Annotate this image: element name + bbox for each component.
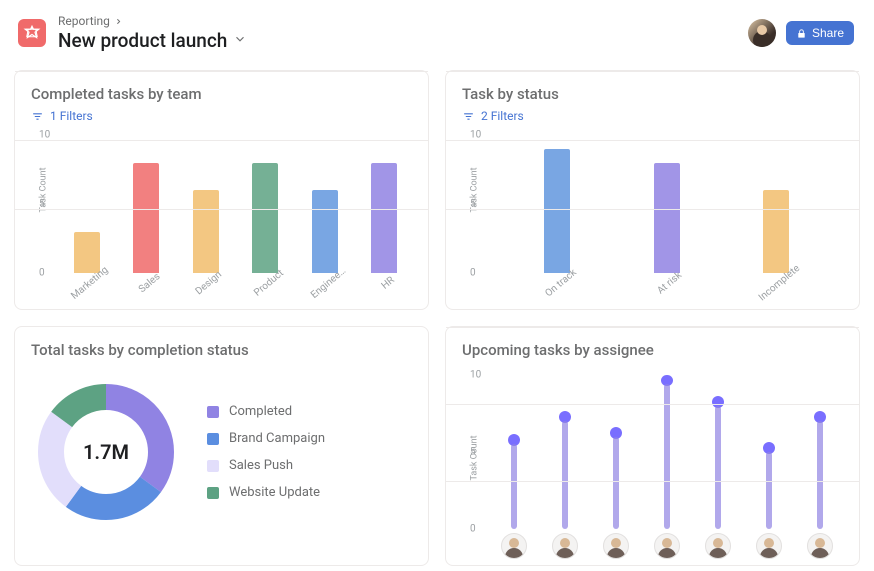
assignee-avatar[interactable] xyxy=(807,533,833,559)
share-button[interactable]: Share xyxy=(786,21,854,45)
card-task-by-status: Task by status 2 Filters Task Count On t… xyxy=(445,70,860,310)
filters-button[interactable]: 2 Filters xyxy=(462,109,843,123)
filter-icon xyxy=(462,110,475,123)
card-completed-by-team: Completed tasks by team 1 Filters Task C… xyxy=(14,70,429,310)
y-tick: 10 xyxy=(470,370,481,381)
y-tick: 5 xyxy=(470,447,476,458)
bar[interactable] xyxy=(654,163,680,273)
card-title: Total tasks by completion status xyxy=(31,341,412,359)
bar[interactable] xyxy=(133,163,159,273)
legend-item[interactable]: Brand Campaign xyxy=(207,431,325,446)
lollipop-stick xyxy=(664,384,670,529)
legend-item[interactable]: Website Update xyxy=(207,485,325,500)
breadcrumb-label: Reporting xyxy=(58,14,110,28)
breadcrumb[interactable]: Reporting xyxy=(58,14,748,28)
bar[interactable] xyxy=(193,190,219,273)
y-tick: 5 xyxy=(470,199,476,210)
legend-item[interactable]: Completed xyxy=(207,404,325,419)
bar-chart: On trackAt riskIncomplete xyxy=(488,135,845,273)
card-title: Completed tasks by team xyxy=(31,85,412,103)
lollipop-chart xyxy=(488,375,845,529)
assignee-avatar[interactable] xyxy=(756,533,782,559)
donut-center-value: 1.7M xyxy=(31,377,181,527)
y-axis-label: Task Count xyxy=(470,435,480,480)
filter-icon xyxy=(31,110,44,123)
donut-legend: Completed Brand Campaign Sales Push Website… xyxy=(207,404,325,500)
bar[interactable] xyxy=(763,190,789,273)
legend-swatch xyxy=(207,487,219,499)
card-title: Task by status xyxy=(462,85,843,103)
legend-label: Brand Campaign xyxy=(229,431,325,446)
assignee-avatar[interactable] xyxy=(501,533,527,559)
share-button-label: Share xyxy=(812,26,844,40)
legend-swatch xyxy=(207,433,219,445)
assignee-avatar[interactable] xyxy=(603,533,629,559)
bar[interactable] xyxy=(312,190,338,273)
lollipop-stick xyxy=(562,421,568,529)
y-tick: 10 xyxy=(470,130,481,141)
assignee-avatar[interactable] xyxy=(552,533,578,559)
lollipop-stick xyxy=(511,444,517,529)
bar[interactable] xyxy=(252,163,278,273)
legend-swatch xyxy=(207,406,219,418)
filters-label: 1 Filters xyxy=(50,109,93,123)
y-tick: 0 xyxy=(39,268,45,279)
card-total-by-completion: Total tasks by completion status 1.7M Co… xyxy=(14,326,429,566)
card-title: Upcoming tasks by assignee xyxy=(462,341,843,359)
bar[interactable] xyxy=(371,163,397,273)
title-menu-button[interactable] xyxy=(233,31,247,50)
legend-swatch xyxy=(207,460,219,472)
lollipop-stick xyxy=(613,437,619,529)
page-title: New product launch xyxy=(58,29,227,52)
assignee-avatar[interactable] xyxy=(705,533,731,559)
legend-label: Completed xyxy=(229,404,292,419)
filters-label: 2 Filters xyxy=(481,109,524,123)
page-header: Reporting New product launch Share xyxy=(0,0,874,60)
legend-item[interactable]: Sales Push xyxy=(207,458,325,473)
y-tick: 10 xyxy=(39,130,50,141)
lock-icon xyxy=(796,28,807,39)
bar-label: Sales xyxy=(137,271,163,295)
assignee-avatar[interactable] xyxy=(654,533,680,559)
bar-chart: MarketingSalesDesignProductEnginee…HR xyxy=(57,135,414,273)
bar-label: Design xyxy=(194,269,225,297)
bar-label: At risk xyxy=(656,270,685,297)
legend-label: Website Update xyxy=(229,485,320,500)
donut-chart: 1.7M xyxy=(31,377,181,527)
bar-label: HR xyxy=(379,275,396,292)
project-icon xyxy=(18,19,46,47)
card-upcoming-by-assignee: Upcoming tasks by assignee Task Count 0 5… xyxy=(445,326,860,566)
lollipop-stick xyxy=(817,421,823,529)
lollipop-stick xyxy=(766,452,772,529)
chevron-right-icon xyxy=(114,17,123,26)
y-tick: 5 xyxy=(39,199,45,210)
chevron-down-icon xyxy=(233,32,247,46)
filters-button[interactable]: 1 Filters xyxy=(31,109,412,123)
bar[interactable] xyxy=(74,232,100,273)
bar[interactable] xyxy=(544,149,570,273)
y-tick: 0 xyxy=(470,268,476,279)
user-avatar[interactable] xyxy=(748,19,776,47)
legend-label: Sales Push xyxy=(229,458,293,473)
y-tick: 0 xyxy=(470,524,476,535)
lollipop-stick xyxy=(715,406,721,529)
